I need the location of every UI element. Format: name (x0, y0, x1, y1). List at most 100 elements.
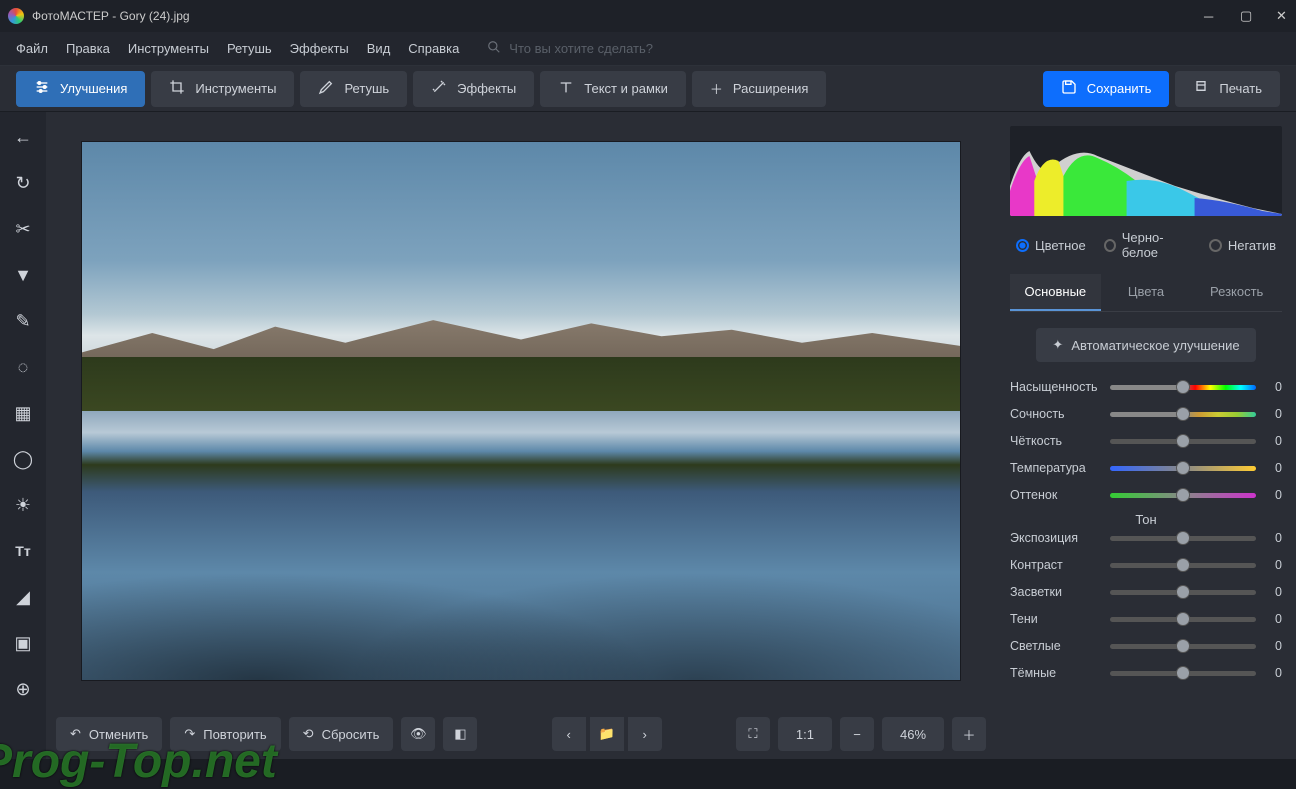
save-button[interactable]: Сохранить (1043, 71, 1170, 107)
brush-icon (318, 79, 334, 98)
slider-value: 0 (1266, 585, 1282, 599)
tab-retouch[interactable]: Ретушь (300, 71, 407, 107)
wand-icon (431, 79, 447, 98)
photo-preview (81, 141, 961, 681)
slider-value: 0 (1266, 407, 1282, 421)
tab-basic[interactable]: Основные (1010, 274, 1101, 311)
menu-effects[interactable]: Эффекты (290, 41, 349, 56)
menu-retouch[interactable]: Ретушь (227, 41, 272, 56)
zoom-in-button[interactable]: ＋ (952, 717, 986, 751)
slider-thumb-icon[interactable] (1176, 639, 1190, 653)
compare-button[interactable]: ◧ (443, 717, 477, 751)
radio-bw[interactable]: Черно-белое (1104, 230, 1191, 260)
slider-track[interactable] (1110, 439, 1256, 444)
search-box[interactable]: Что вы хотите сделать? (487, 40, 653, 57)
globe-icon[interactable]: ⊕ (8, 674, 38, 704)
text-tool-icon[interactable]: Tт (8, 536, 38, 566)
tab-sharp[interactable]: Резкость (1191, 274, 1282, 311)
slider-value: 0 (1266, 612, 1282, 626)
slider-track[interactable] (1110, 644, 1256, 649)
reset-button[interactable]: ⟲Сбросить (289, 717, 394, 751)
fit-button[interactable]: ⛶ (736, 717, 770, 751)
slider-track[interactable] (1110, 536, 1256, 541)
slider-row: Светлые0 (1010, 639, 1282, 653)
maximize-icon[interactable]: ▢ (1240, 8, 1252, 24)
exposure-icon[interactable]: ☀ (8, 490, 38, 520)
tab-effects[interactable]: Эффекты (413, 71, 534, 107)
slider-value: 0 (1266, 434, 1282, 448)
slider-row: Тёмные0 (1010, 666, 1282, 680)
stamp-icon[interactable]: ▼ (8, 260, 38, 290)
slider-thumb-icon[interactable] (1176, 461, 1190, 475)
slider-thumb-icon[interactable] (1176, 666, 1190, 680)
tab-tools[interactable]: Инструменты (151, 71, 294, 107)
slider-thumb-icon[interactable] (1176, 612, 1190, 626)
bucket-icon[interactable]: ◢ (8, 582, 38, 612)
slider-track[interactable] (1110, 493, 1256, 498)
next-file-button[interactable]: › (628, 717, 662, 751)
minimize-icon[interactable]: ─ (1204, 9, 1216, 24)
tab-colors[interactable]: Цвета (1101, 274, 1192, 311)
radio-negative[interactable]: Негатив (1209, 230, 1276, 260)
menu-help[interactable]: Справка (408, 41, 459, 56)
close-icon[interactable]: ✕ (1276, 8, 1288, 24)
menubar: Файл Правка Инструменты Ретушь Эффекты В… (0, 32, 1296, 66)
menu-tools[interactable]: Инструменты (128, 41, 209, 56)
slider-track[interactable] (1110, 590, 1256, 595)
slider-thumb-icon[interactable] (1176, 585, 1190, 599)
vignette-icon[interactable]: ◯ (8, 444, 38, 474)
flip-icon[interactable]: ✂ (8, 214, 38, 244)
slider-label: Сочность (1010, 407, 1100, 421)
back-icon[interactable]: ← (8, 122, 38, 152)
slider-track[interactable] (1110, 563, 1256, 568)
slider-thumb-icon[interactable] (1176, 488, 1190, 502)
radio-dot-icon (1209, 239, 1222, 252)
right-panel: Цветное Черно-белое Негатив Основные Цве… (996, 112, 1296, 759)
radial-icon[interactable]: ◌ (8, 352, 38, 382)
eye-icon: 👁 (410, 726, 427, 742)
menu-view[interactable]: Вид (367, 41, 391, 56)
menu-file[interactable]: Файл (16, 41, 48, 56)
auto-enhance-button[interactable]: ✦ Автоматическое улучшение (1036, 328, 1255, 362)
rotate-icon[interactable]: ↻ (8, 168, 38, 198)
sparkle-icon: ✦ (1052, 337, 1063, 353)
slider-label: Оттенок (1010, 488, 1100, 502)
preview-button[interactable]: 👁 (401, 717, 435, 751)
reset-icon: ⟲ (303, 726, 314, 742)
slider-thumb-icon[interactable] (1176, 558, 1190, 572)
radio-color[interactable]: Цветное (1016, 230, 1086, 260)
mask-icon[interactable]: ▣ (8, 628, 38, 658)
slider-label: Насыщенность (1010, 380, 1100, 394)
zoom-out-button[interactable]: − (840, 717, 874, 751)
tab-extensions[interactable]: ＋ Расширения (692, 71, 827, 107)
menu-edit[interactable]: Правка (66, 41, 110, 56)
canvas[interactable] (46, 112, 996, 709)
slider-track[interactable] (1110, 466, 1256, 471)
slider-label: Засветки (1010, 585, 1100, 599)
slider-label: Чёткость (1010, 434, 1100, 448)
slider-value: 0 (1266, 639, 1282, 653)
ratio-button[interactable]: 1:1 (778, 717, 832, 751)
search-placeholder: Что вы хотите сделать? (509, 41, 653, 56)
slider-thumb-icon[interactable] (1176, 380, 1190, 394)
slider-thumb-icon[interactable] (1176, 531, 1190, 545)
slider-value: 0 (1266, 488, 1282, 502)
brush-tool-icon[interactable]: ✎ (8, 306, 38, 336)
tab-text[interactable]: Текст и рамки (540, 71, 686, 107)
prev-file-button[interactable]: ‹ (552, 717, 586, 751)
slider-group-color: Насыщенность0Сочность0Чёткость0Температу… (1010, 380, 1282, 502)
print-button[interactable]: Печать (1175, 71, 1280, 107)
watermark: Prog-Top.net (0, 734, 277, 789)
grid-icon[interactable]: ▦ (8, 398, 38, 428)
app-logo-icon (8, 8, 24, 24)
open-folder-button[interactable]: 📁 (590, 717, 624, 751)
zoom-label[interactable]: 46% (882, 717, 944, 751)
slider-track[interactable] (1110, 412, 1256, 417)
slider-track[interactable] (1110, 671, 1256, 676)
slider-track[interactable] (1110, 617, 1256, 622)
slider-thumb-icon[interactable] (1176, 407, 1190, 421)
color-mode-radios: Цветное Черно-белое Негатив (1010, 230, 1282, 260)
tab-enhance[interactable]: Улучшения (16, 71, 145, 107)
slider-track[interactable] (1110, 385, 1256, 390)
slider-thumb-icon[interactable] (1176, 434, 1190, 448)
